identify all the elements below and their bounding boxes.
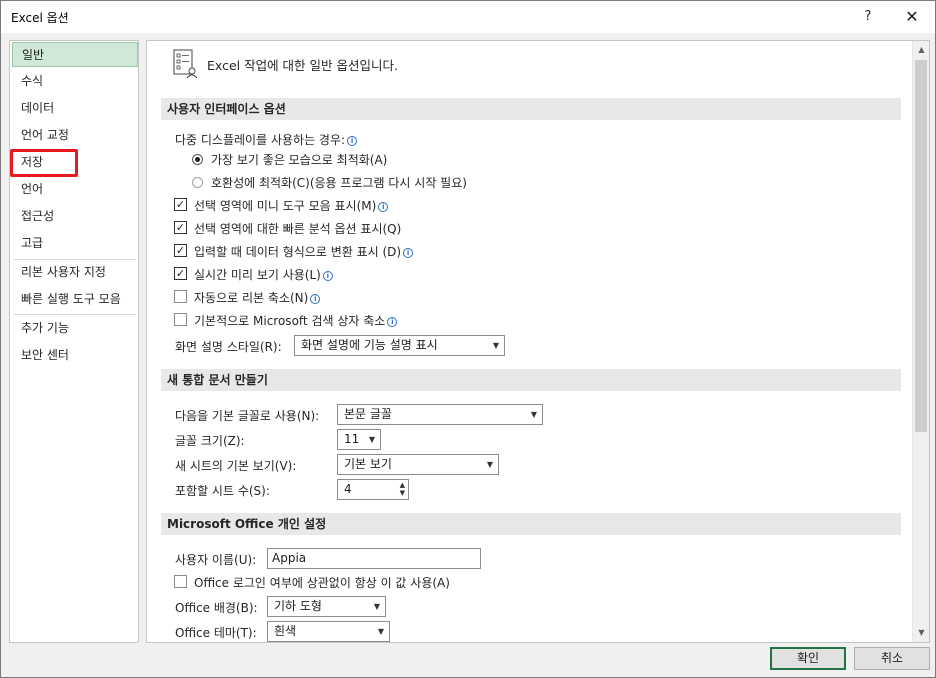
collapse-search-label: 기본적으로 Microsoft 검색 상자 축소 i <box>194 312 398 329</box>
help-button[interactable]: ? <box>853 5 883 29</box>
chevron-down-icon: ▼ <box>492 341 499 350</box>
section-ui-options: 사용자 인터페이스 옵션 <box>161 98 901 120</box>
collapse-ribbon-label: 자동으로 리본 축소(N) i <box>194 289 321 306</box>
cancel-button[interactable]: 취소 <box>854 647 930 670</box>
general-options-icon <box>173 49 198 79</box>
office-background-dropdown[interactable]: 기하 도형 ▼ <box>267 596 386 617</box>
quick-analysis-label: 선택 영역에 대한 빠른 분석 옵션 표시(Q) <box>194 222 402 236</box>
info-icon: i <box>403 248 414 258</box>
sidebar-item-formulas[interactable]: 수식 <box>12 69 138 94</box>
username-input[interactable]: Appia <box>267 548 481 569</box>
options-category-list: 일반 수식 데이터 언어 교정 저장 언어 접근성 고급 리본 사용자 지정 빠… <box>9 40 139 643</box>
multi-display-label: 다중 디스플레이를 사용하는 경우: i <box>175 131 358 148</box>
chevron-down-icon: ▼ <box>373 602 380 611</box>
sidebar-item-add-ins[interactable]: 추가 기능 <box>12 316 138 341</box>
convert-data-types-label: 입력할 때 데이터 형식으로 변환 표시 (D) i <box>194 243 414 260</box>
save-highlight-box <box>10 149 78 177</box>
info-icon: i <box>347 136 358 146</box>
screentip-style-dropdown[interactable]: 화면 설명에 기능 설명 표시 ▼ <box>294 335 505 356</box>
chevron-down-icon: ▼ <box>368 435 375 444</box>
vertical-scrollbar[interactable]: ▲ ▼ <box>912 41 929 642</box>
scrollbar-thumb[interactable] <box>915 60 927 432</box>
chevron-down-icon: ▼ <box>486 460 493 469</box>
sidebar-item-quick-access-toolbar[interactable]: 빠른 실행 도구 모음 <box>12 287 138 312</box>
font-size-label: 글꼴 크기(Z): <box>175 434 245 448</box>
sidebar-item-trust-center[interactable]: 보안 센터 <box>12 343 138 368</box>
checkbox-live-preview[interactable]: ✓ <box>174 267 187 280</box>
checkbox-quick-analysis[interactable]: ✓ <box>174 221 187 234</box>
sidebar-item-language[interactable]: 언어 <box>12 177 138 202</box>
sheet-count-label: 포함할 시트 수(S): <box>175 484 270 498</box>
title-bar: Excel 옵션 ? ✕ <box>1 1 935 33</box>
screentip-style-label: 화면 설명 스타일(R): <box>175 340 282 354</box>
info-icon: i <box>310 294 321 304</box>
default-view-label: 새 시트의 기본 보기(V): <box>175 459 297 473</box>
default-font-dropdown[interactable]: 본문 글꼴 ▼ <box>337 404 543 425</box>
info-icon: i <box>378 202 389 212</box>
radio-optimize-appearance-label: 가장 보기 좋은 모습으로 최적화(A) <box>211 153 388 167</box>
section-new-workbook: 새 통합 문서 만들기 <box>161 369 901 391</box>
close-button[interactable]: ✕ <box>897 5 927 29</box>
sidebar-divider <box>14 314 136 315</box>
chevron-down-icon: ▼ <box>530 410 537 419</box>
checkbox-collapse-search[interactable] <box>174 313 187 326</box>
radio-optimize-compatibility[interactable] <box>192 177 203 188</box>
sidebar-item-proofing[interactable]: 언어 교정 <box>12 123 138 148</box>
sidebar-item-customize-ribbon[interactable]: 리본 사용자 지정 <box>12 260 138 285</box>
info-icon: i <box>387 317 398 327</box>
username-label: 사용자 이름(U): <box>175 553 257 567</box>
sidebar-item-accessibility[interactable]: 접근성 <box>12 204 138 229</box>
default-view-dropdown[interactable]: 기본 보기 ▼ <box>337 454 499 475</box>
checkbox-always-use-values[interactable] <box>174 575 187 588</box>
sheet-count-spinner[interactable]: 4 ▲ ▼ <box>337 479 409 500</box>
scroll-down-icon[interactable]: ▼ <box>914 625 929 641</box>
info-icon: i <box>322 271 333 281</box>
mini-toolbar-label: 선택 영역에 미니 도구 모음 표시(M) i <box>194 197 389 214</box>
font-size-dropdown[interactable]: 11 ▼ <box>337 429 381 450</box>
ok-button[interactable]: 확인 <box>770 647 846 670</box>
office-background-label: Office 배경(B): <box>175 601 258 615</box>
live-preview-label: 실시간 미리 보기 사용(L) i <box>194 266 333 283</box>
sidebar-item-data[interactable]: 데이터 <box>12 96 138 121</box>
sidebar-item-general[interactable]: 일반 <box>12 42 138 67</box>
office-theme-label: Office 테마(T): <box>175 626 257 640</box>
spinner-arrows-icon[interactable]: ▲ ▼ <box>400 481 405 497</box>
excel-options-dialog: Excel 옵션 ? ✕ 일반 수식 데이터 언어 교정 저장 언어 접근성 고… <box>0 0 936 678</box>
default-font-label: 다음을 기본 글꼴로 사용(N): <box>175 409 320 423</box>
office-theme-dropdown[interactable]: 흰색 ▼ <box>267 621 390 642</box>
checkbox-convert-data-types[interactable]: ✓ <box>174 244 187 257</box>
sidebar-item-advanced[interactable]: 고급 <box>12 231 138 256</box>
general-options-panel: Excel 작업에 대한 일반 옵션입니다. 사용자 인터페이스 옵션 다중 디… <box>146 40 930 643</box>
chevron-down-icon: ▼ <box>377 627 384 636</box>
dialog-title: Excel 옵션 <box>11 11 69 25</box>
panel-header-text: Excel 작업에 대한 일반 옵션입니다. <box>207 58 398 73</box>
scroll-up-icon[interactable]: ▲ <box>914 42 929 58</box>
section-personalize: Microsoft Office 개인 설정 <box>161 513 901 535</box>
radio-optimize-compatibility-label: 호환성에 최적화(C)(응용 프로그램 다시 시작 필요) <box>211 176 467 190</box>
radio-optimize-appearance[interactable] <box>192 154 203 165</box>
checkbox-collapse-ribbon[interactable] <box>174 290 187 303</box>
checkbox-mini-toolbar[interactable]: ✓ <box>174 198 187 211</box>
always-use-values-label: Office 로그인 여부에 상관없이 항상 이 값 사용(A) <box>194 576 450 590</box>
